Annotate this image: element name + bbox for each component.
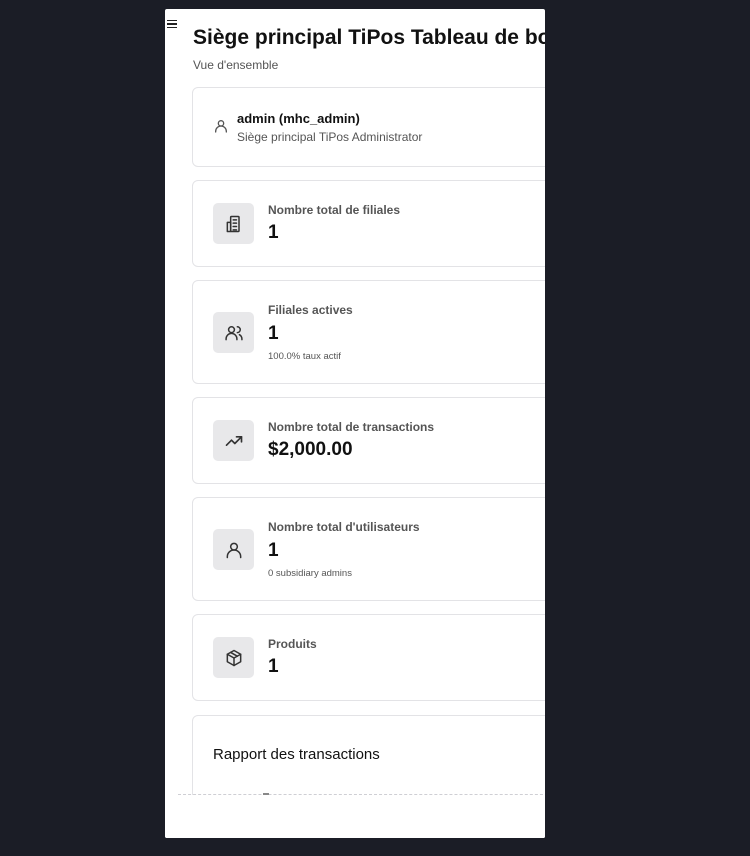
stat-card-total-users: Nombre total d'utilisateurs 1 0 subsidia… [192, 497, 545, 601]
stat-card-total-subsidiaries: Nombre total de filiales 1 [192, 180, 545, 267]
mobile-screen: Siège principal TiPos Tableau de bord Vu… [165, 9, 545, 838]
stat-subtext: 100.0% taux actif [268, 351, 341, 362]
hamburger-menu-icon[interactable] [165, 17, 179, 31]
users-icon [213, 312, 254, 353]
stat-card-active-subsidiaries: Filiales actives 1 100.0% taux actif [192, 280, 545, 384]
package-icon [213, 637, 254, 678]
stat-label: Nombre total de filiales [268, 203, 401, 217]
building-icon [213, 203, 254, 244]
trending-up-icon [213, 420, 254, 461]
stat-value: 1 [268, 323, 279, 344]
stat-value: 1 [268, 540, 279, 561]
user-profile-card: admin (mhc_admin) Siège principal TiPos … [192, 87, 545, 167]
user-role: Siège principal TiPos Administrator [237, 130, 423, 144]
stat-value: 1 [268, 222, 279, 243]
stat-card-products: Produits 1 [192, 614, 545, 701]
stat-value: 1 [268, 656, 279, 677]
report-title: Rapport des transactions [213, 746, 380, 763]
bottom-area [165, 795, 545, 838]
user-icon [213, 529, 254, 570]
stat-value: $2,000.00 [268, 439, 353, 460]
stat-label: Nombre total d'utilisateurs [268, 520, 420, 534]
stat-label: Produits [268, 637, 317, 651]
user-name: admin (mhc_admin) [237, 111, 360, 126]
page-title: Siège principal TiPos Tableau de bord [193, 26, 545, 49]
stat-subtext: 0 subsidiary admins [268, 568, 352, 579]
stat-label: Filiales actives [268, 303, 353, 317]
stat-card-total-transactions: Nombre total de transactions $2,000.00 [192, 397, 545, 484]
page-subtitle: Vue d'ensemble [193, 58, 279, 72]
stat-label: Nombre total de transactions [268, 420, 435, 434]
user-icon [213, 118, 229, 134]
